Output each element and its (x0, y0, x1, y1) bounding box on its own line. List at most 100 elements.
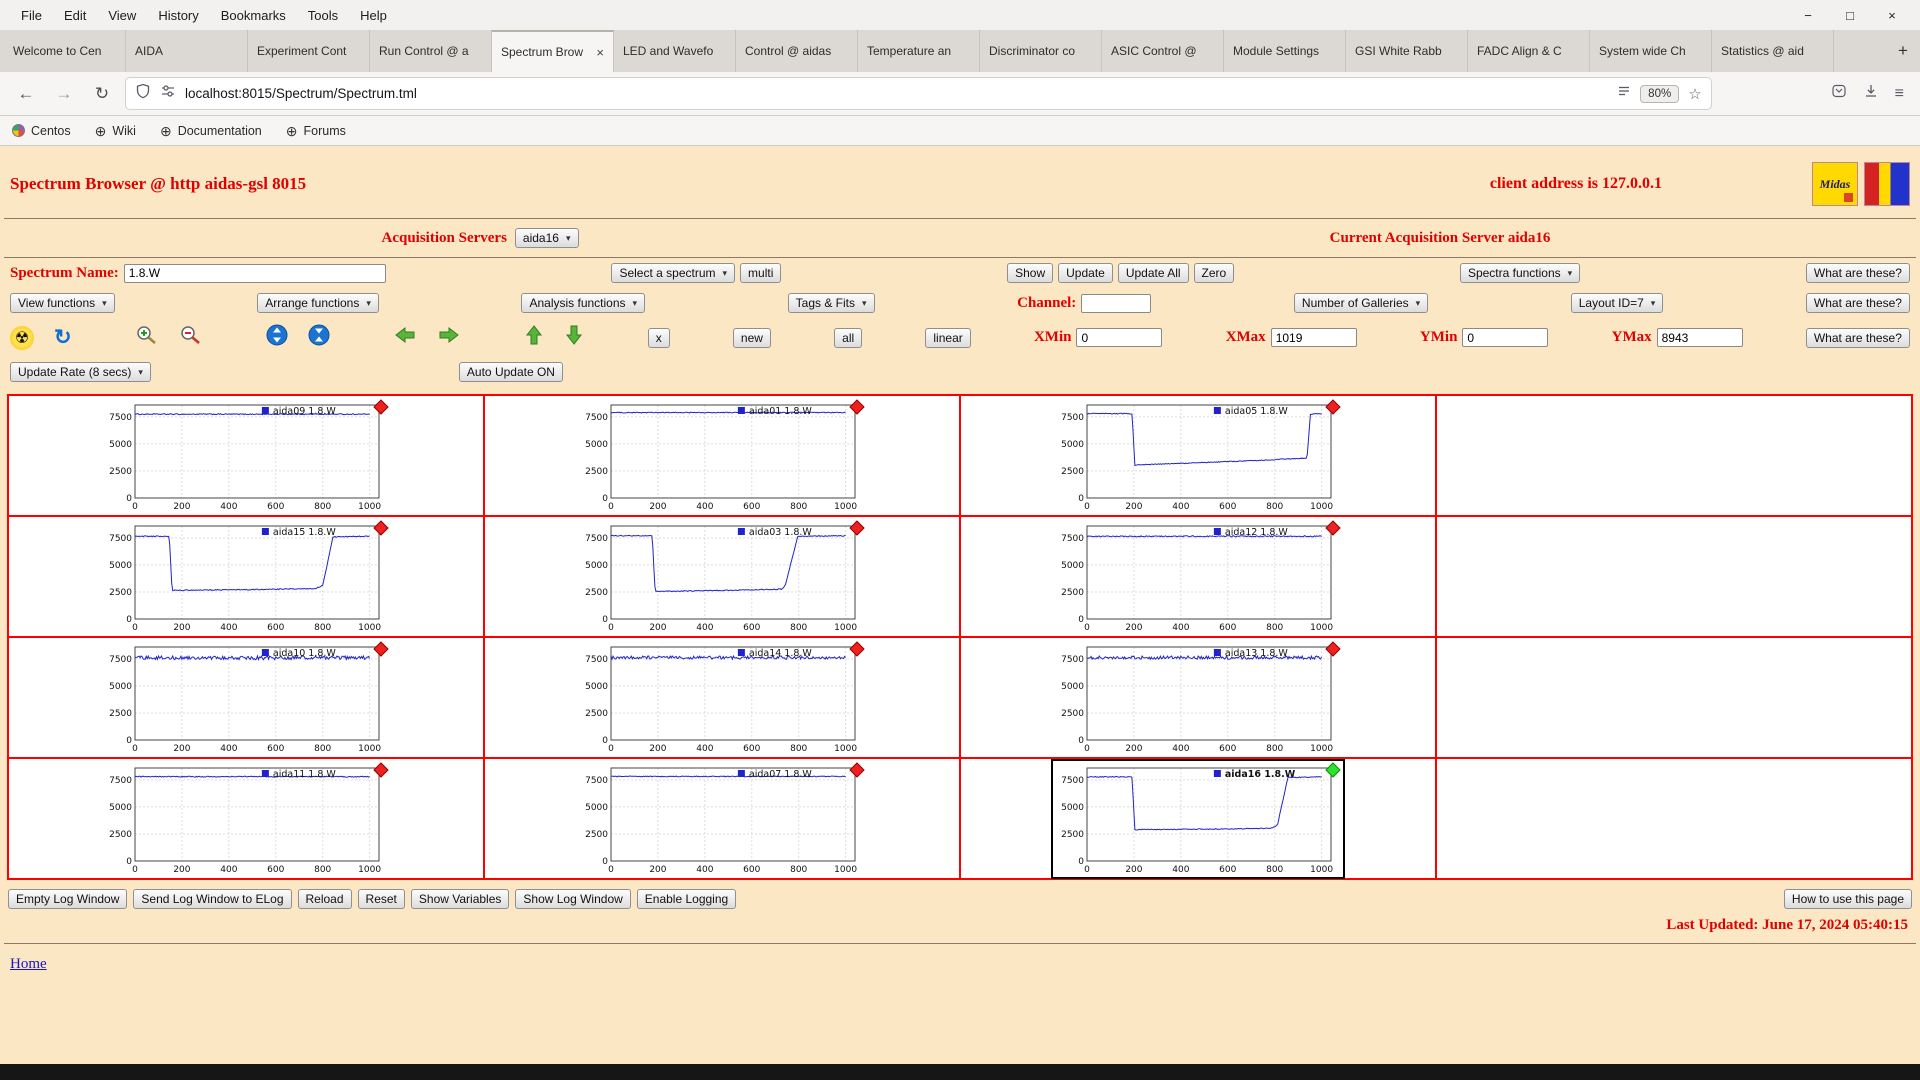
tab-temperature-an[interactable]: Temperature an (858, 30, 980, 72)
tab-experiment-cont[interactable]: Experiment Cont (248, 30, 370, 72)
tags-fits-dropdown[interactable]: Tags & Fits ▾ (787, 293, 875, 313)
tab-statistics-aid[interactable]: Statistics @ aid (1712, 30, 1834, 72)
tab-system-wide-ch[interactable]: System wide Ch (1590, 30, 1712, 72)
layout-id-dropdown[interactable]: Layout ID=7 ▾ (1570, 293, 1664, 313)
site-permissions-icon[interactable] (160, 83, 176, 104)
new-tab-button[interactable]: + (1886, 30, 1920, 72)
reload-button[interactable]: ↻ (88, 80, 116, 108)
multi-button[interactable]: multi (740, 263, 782, 283)
move-right-icon[interactable] (437, 325, 461, 350)
new-button[interactable]: new (732, 327, 771, 348)
back-button[interactable]: ← (12, 80, 40, 108)
minimize-button[interactable]: − (1800, 8, 1816, 23)
forward-button[interactable]: → (50, 80, 78, 108)
maximize-button[interactable]: □ (1842, 8, 1858, 23)
tab-led-and-wavefo[interactable]: LED and Wavefo (614, 30, 736, 72)
menu-edit[interactable]: Edit (55, 5, 95, 26)
spectrum-chart-aida11[interactable]: 0 2500 5000 7500 0 200 400 600 800 1000 aida11 1.8… (101, 760, 391, 877)
pocket-icon[interactable] (1831, 83, 1847, 104)
tab-welcome-to-cen[interactable]: Welcome to Cen (4, 30, 126, 72)
bookmark-star-icon[interactable]: ☆ (1688, 85, 1701, 103)
channel-input[interactable] (1081, 293, 1152, 313)
spectra-functions-dropdown[interactable]: Spectra functions ▾ (1459, 263, 1581, 283)
menu-file[interactable]: File (12, 5, 51, 26)
zero-button[interactable]: Zero (1193, 263, 1235, 283)
tab-gsi-white-rabb[interactable]: GSI White Rabb (1346, 30, 1468, 72)
ymax-input[interactable] (1656, 328, 1743, 347)
refresh-icon[interactable]: ↻ (54, 327, 72, 348)
menu-view[interactable]: View (99, 5, 145, 26)
x-button[interactable]: x (647, 327, 670, 348)
compress-vertical-icon[interactable] (308, 324, 330, 351)
zoom-in-icon[interactable] (135, 324, 159, 351)
expand-vertical-icon[interactable] (266, 324, 288, 351)
spectrum-chart-aida03[interactable]: 0 2500 5000 7500 0 200 400 600 800 1000 aida03 1.8… (577, 518, 867, 635)
bookmark-centos[interactable]: Centos (12, 124, 71, 138)
home-link[interactable]: Home (10, 956, 47, 972)
bookmark-forums[interactable]: ⊕ Forums (286, 124, 346, 138)
shield-icon[interactable] (135, 83, 151, 104)
number-of-galleries-dropdown[interactable]: Number of Galleries ▾ (1293, 293, 1429, 313)
menu-tools[interactable]: Tools (299, 5, 347, 26)
url-bar[interactable]: localhost:8015/Spectrum/Spectrum.tml 80%… (126, 78, 1711, 109)
update-button[interactable]: Update (1058, 263, 1113, 283)
enable-logging-button[interactable]: Enable Logging (636, 889, 737, 909)
tab-close-icon[interactable]: × (596, 45, 604, 60)
bookmark-wiki[interactable]: ⊕ Wiki (95, 124, 136, 138)
send-log-window-to-elog-button[interactable]: Send Log Window to ELog (133, 889, 292, 909)
empty-log-window-button[interactable]: Empty Log Window (8, 889, 128, 909)
spectrum-chart-aida05[interactable]: 0 2500 5000 7500 0 200 400 600 800 1000 aida05 1.8… (1053, 397, 1343, 514)
update-rate-dropdown[interactable]: Update Rate (8 secs) ▾ (10, 362, 151, 382)
tab-fadc-align-c[interactable]: FADC Align & C (1468, 30, 1590, 72)
move-down-icon[interactable] (564, 323, 584, 352)
downloads-icon[interactable] (1863, 83, 1879, 104)
show-log-window-button[interactable]: Show Log Window (515, 889, 631, 909)
spectrum-name-input[interactable] (123, 263, 386, 283)
ymin-input[interactable] (1462, 328, 1549, 347)
spectrum-chart-aida13[interactable]: 0 2500 5000 7500 0 200 400 600 800 1000 aida13 1.8… (1053, 639, 1343, 756)
tab-asic-control[interactable]: ASIC Control @ (1102, 30, 1224, 72)
spectrum-chart-aida14[interactable]: 0 2500 5000 7500 0 200 400 600 800 1000 aida14 1.8… (577, 639, 867, 756)
view-functions-dropdown[interactable]: View functions ▾ (10, 293, 115, 313)
analysis-functions-dropdown[interactable]: Analysis functions ▾ (521, 293, 646, 313)
spectrum-chart-aida01[interactable]: 0 2500 5000 7500 0 200 400 600 800 1000 aida01 1.8… (577, 397, 867, 514)
move-up-icon[interactable] (524, 323, 544, 352)
reset-button[interactable]: Reset (357, 889, 405, 909)
menu-history[interactable]: History (149, 5, 207, 26)
spectrum-chart-aida16[interactable]: 0 2500 5000 7500 0 200 400 600 800 1000 aida16 1.8… (1051, 758, 1345, 879)
app-menu-icon[interactable]: ≡ (1895, 85, 1904, 103)
xmin-input[interactable] (1076, 328, 1163, 347)
spectrum-chart-aida07[interactable]: 0 2500 5000 7500 0 200 400 600 800 1000 aida07 1.8… (577, 760, 867, 877)
close-button[interactable]: × (1884, 8, 1900, 23)
tab-aida[interactable]: AIDA (126, 30, 248, 72)
spectrum-chart-aida10[interactable]: 0 2500 5000 7500 0 200 400 600 800 1000 aida10 1.8… (101, 639, 391, 756)
reader-mode-icon[interactable] (1617, 84, 1631, 103)
what-are-these-button-1[interactable]: What are these? (1805, 263, 1910, 283)
what-are-these-button-3[interactable]: What are these? (1805, 327, 1910, 348)
menu-bookmarks[interactable]: Bookmarks (212, 5, 295, 26)
zoom-level-button[interactable]: 80% (1640, 84, 1680, 103)
all-button[interactable]: all (834, 327, 863, 348)
show-button[interactable]: Show (1007, 263, 1054, 283)
url-text[interactable]: localhost:8015/Spectrum/Spectrum.tml (185, 86, 1608, 101)
how-to-use-button[interactable]: How to use this page (1783, 889, 1912, 909)
reload-button[interactable]: Reload (297, 889, 352, 909)
select-spectrum-dropdown[interactable]: Select a spectrum ▾ (611, 263, 736, 283)
tab-module-settings[interactable]: Module Settings (1224, 30, 1346, 72)
tab-discriminator-co[interactable]: Discriminator co (980, 30, 1102, 72)
tab-run-control-a[interactable]: Run Control @ a (370, 30, 492, 72)
radiation-icon[interactable]: ☢ (10, 325, 34, 350)
show-variables-button[interactable]: Show Variables (410, 889, 510, 909)
linear-button[interactable]: linear (925, 327, 971, 348)
update-all-button[interactable]: Update All (1117, 263, 1189, 283)
zoom-out-icon[interactable] (179, 324, 203, 351)
move-left-icon[interactable] (393, 325, 417, 350)
bookmark-documentation[interactable]: ⊕ Documentation (160, 124, 262, 138)
spectrum-chart-aida12[interactable]: 0 2500 5000 7500 0 200 400 600 800 1000 aida12 1.8… (1053, 518, 1343, 635)
xmax-input[interactable] (1270, 328, 1357, 347)
menu-help[interactable]: Help (351, 5, 396, 26)
what-are-these-button-2[interactable]: What are these? (1805, 293, 1910, 313)
acquisition-server-select[interactable]: aida16 ▾ (514, 228, 579, 248)
spectrum-chart-aida09[interactable]: 0 2500 5000 7500 0 200 400 600 800 1000 aida09 1.8… (101, 397, 391, 514)
tab-control-aidas[interactable]: Control @ aidas (736, 30, 858, 72)
